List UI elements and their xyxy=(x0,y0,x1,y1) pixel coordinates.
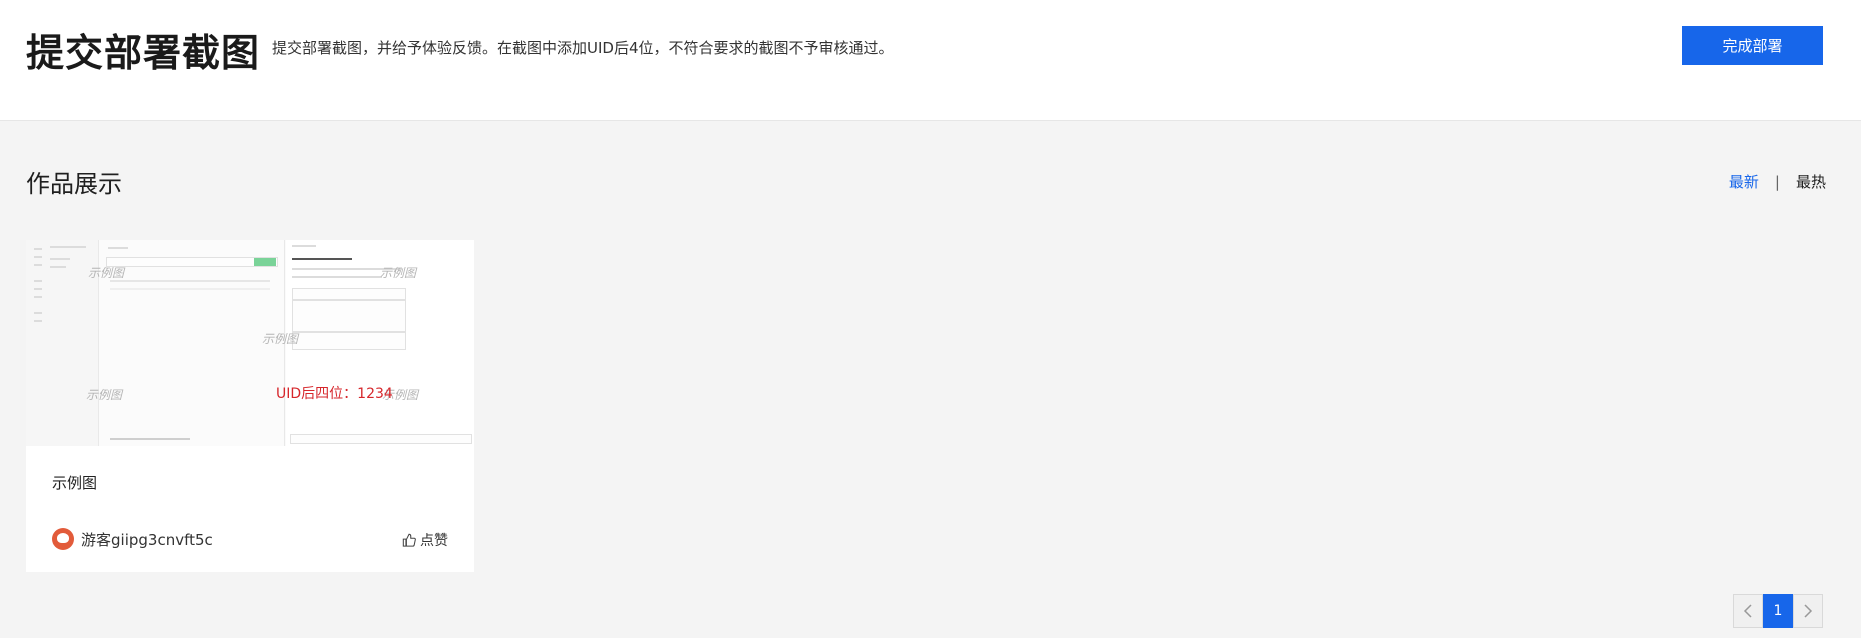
watermark: 示例图 xyxy=(380,266,417,280)
card-screenshot-image[interactable]: 示例图 示例图 示例图 示例图 示例图 UID后四位：1234 xyxy=(26,240,474,446)
mock-app-window xyxy=(26,240,285,446)
avatar xyxy=(52,528,74,550)
uid-overlay-text: UID后四位：1234 xyxy=(276,386,393,402)
pagination: 1 xyxy=(1733,594,1823,628)
next-page-button[interactable] xyxy=(1793,594,1823,628)
sort-tabs: 最新 | 最热 xyxy=(1729,171,1826,192)
complete-deployment-button[interactable]: 完成部署 xyxy=(1682,26,1823,65)
sort-newest-tab[interactable]: 最新 xyxy=(1729,171,1759,192)
watermark: 示例图 xyxy=(88,266,125,280)
author-name: 游客giipg3cnvft5c xyxy=(81,530,213,549)
card-author: 游客giipg3cnvft5c xyxy=(52,528,213,550)
chevron-left-icon xyxy=(1743,604,1752,618)
page-description: 提交部署截图，并给予体验反馈。在截图中添加UID后4位，不符合要求的截图不予审核… xyxy=(272,39,894,57)
page-number-current[interactable]: 1 xyxy=(1763,594,1793,628)
like-label: 点赞 xyxy=(420,533,448,549)
watermark: 示例图 xyxy=(262,332,299,346)
sort-hottest-tab[interactable]: 最热 xyxy=(1796,171,1826,192)
showcase-card[interactable]: 示例图 示例图 示例图 示例图 示例图 UID后四位：1234 示例图 游客gi… xyxy=(26,240,474,572)
prev-page-button[interactable] xyxy=(1733,594,1763,628)
sort-separator: | xyxy=(1774,172,1780,191)
page-title: 提交部署截图 xyxy=(26,31,261,75)
like-button[interactable]: 点赞 xyxy=(402,530,448,550)
watermark: 示例图 xyxy=(86,388,123,402)
thumbs-up-icon xyxy=(402,533,416,547)
page-header: 提交部署截图 提交部署截图，并给予体验反馈。在截图中添加UID后4位，不符合要求… xyxy=(0,0,1861,121)
card-title[interactable]: 示例图 xyxy=(52,472,97,493)
chevron-right-icon xyxy=(1804,604,1813,618)
section-title: 作品展示 xyxy=(26,170,122,198)
